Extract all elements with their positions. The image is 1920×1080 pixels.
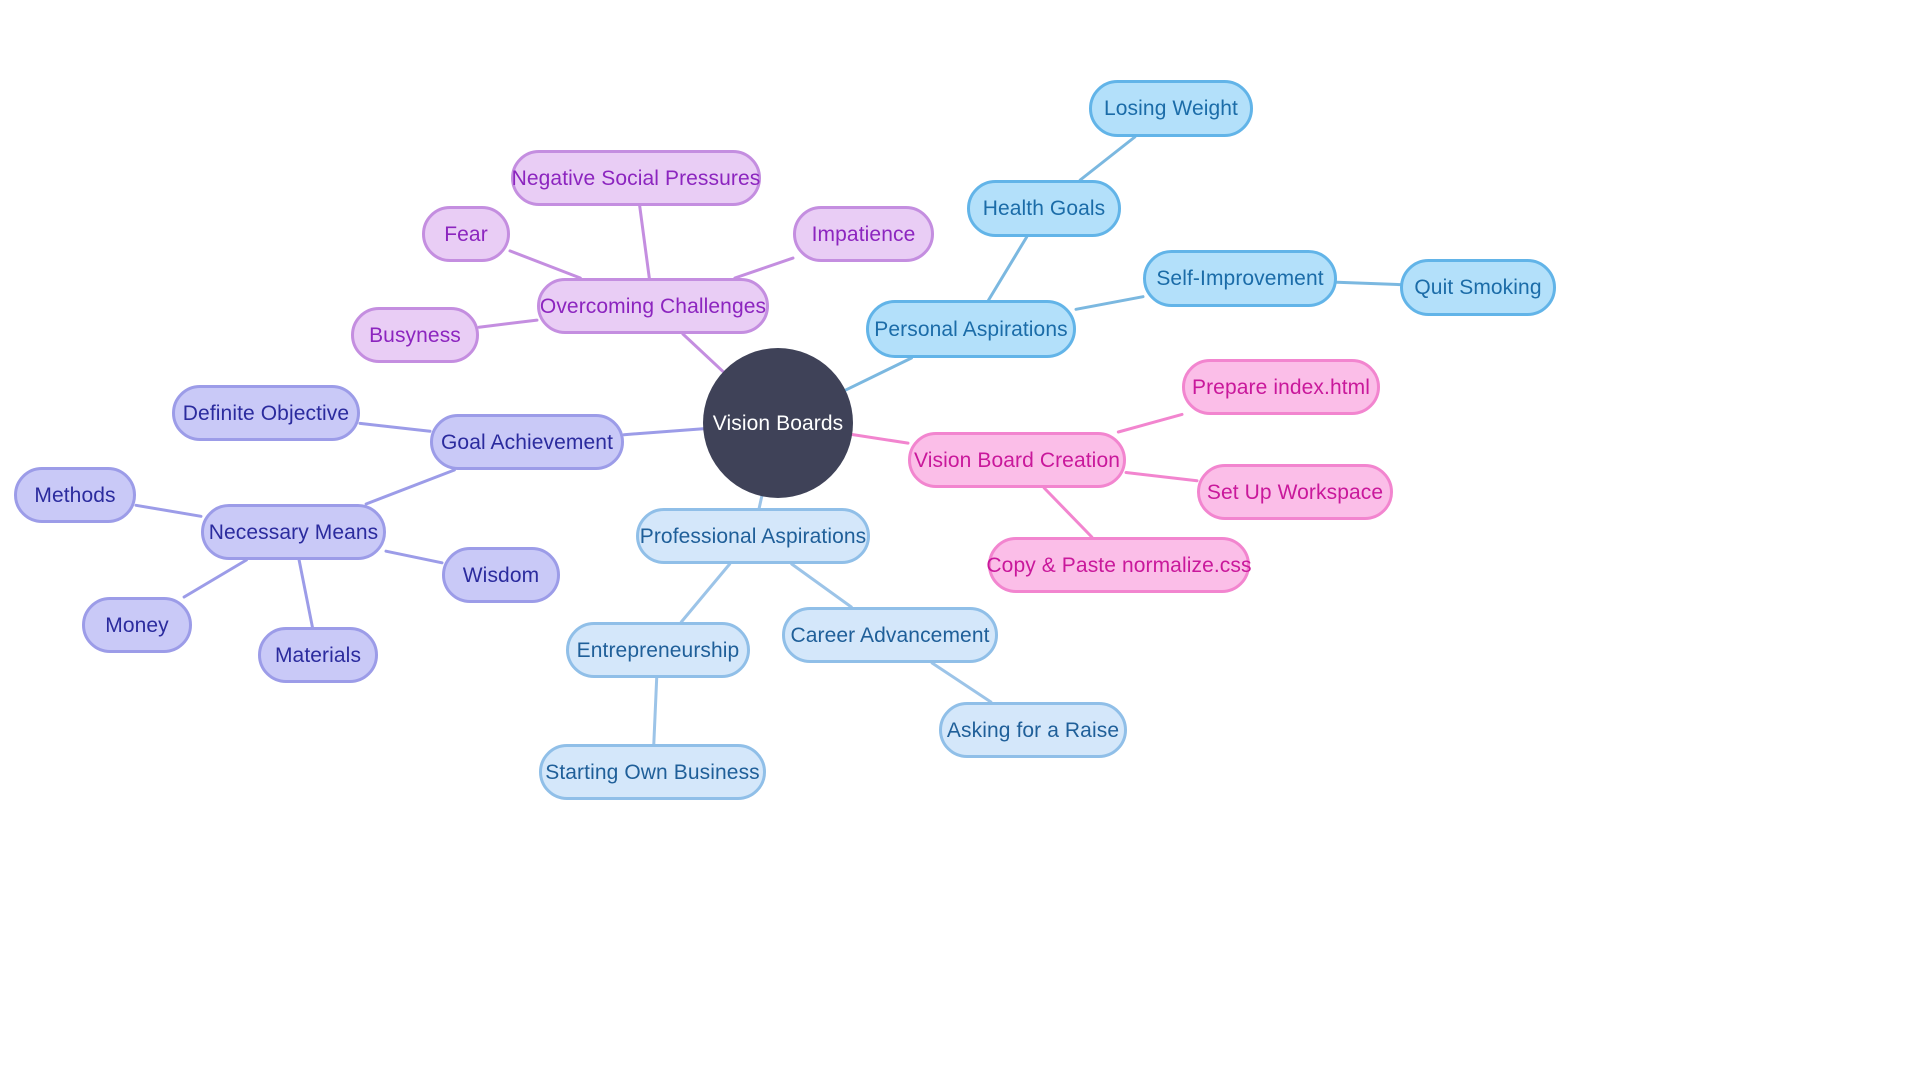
mindmap-node-career_advancement[interactable]: Career Advancement <box>782 607 998 663</box>
mindmap-node-label: Entrepreneurship <box>576 638 740 662</box>
mindmap-node-overcoming_challenges[interactable]: Overcoming Challenges <box>537 278 769 334</box>
mindmap-node-entrepreneurship[interactable]: Entrepreneurship <box>566 622 750 678</box>
mindmap-node-personal_aspirations[interactable]: Personal Aspirations <box>866 300 1076 358</box>
mindmap-node-label: Career Advancement <box>790 623 990 647</box>
mindmap-node-label: Definite Objective <box>182 401 350 425</box>
mindmap-node-label: Impatience <box>811 222 916 246</box>
mindmap-node-copy_paste_normalize_css[interactable]: Copy & Paste normalize.css <box>986 537 1252 593</box>
mindmap-node-negative_social_pressures[interactable]: Negative Social Pressures <box>511 150 761 206</box>
mindmap-node-label: Vision Boards <box>712 411 844 435</box>
mindmap-node-losing_weight[interactable]: Losing Weight <box>1089 80 1253 137</box>
mindmap-node-label: Personal Aspirations <box>874 317 1068 341</box>
mindmap-node-label: Busyness <box>369 323 461 347</box>
mindmap-node-label: Professional Aspirations <box>639 524 867 548</box>
mindmap-node-label: Materials <box>274 643 362 667</box>
mindmap-node-label: Starting Own Business <box>545 760 760 784</box>
mindmap-node-label: Asking for a Raise <box>946 718 1120 742</box>
mindmap-node-methods[interactable]: Methods <box>14 467 136 523</box>
mindmap-node-goal_achievement[interactable]: Goal Achievement <box>430 414 624 470</box>
mindmap-node-wisdom[interactable]: Wisdom <box>442 547 560 603</box>
mindmap-node-prepare_index_html[interactable]: Prepare index.html <box>1182 359 1380 415</box>
mindmap-node-label: Fear <box>444 222 488 246</box>
mindmap-node-asking_for_a_raise[interactable]: Asking for a Raise <box>939 702 1127 758</box>
mindmap-node-label: Self-Improvement <box>1156 267 1324 290</box>
mindmap-node-label: Wisdom <box>462 563 540 587</box>
mindmap-node-label: Health Goals <box>982 197 1106 220</box>
mindmap-node-label: Copy & Paste normalize.css <box>986 553 1252 577</box>
mindmap-node-quit_smoking[interactable]: Quit Smoking <box>1400 259 1556 316</box>
mindmap-node-label: Quit Smoking <box>1414 276 1542 299</box>
mindmap-node-label: Negative Social Pressures <box>511 166 761 190</box>
mindmap-node-label: Necessary Means <box>208 520 379 544</box>
mindmap-node-label: Vision Board Creation <box>914 448 1120 472</box>
mindmap-node-label: Money <box>105 613 169 637</box>
mindmap-node-professional_aspirations[interactable]: Professional Aspirations <box>636 508 870 564</box>
mindmap-node-label: Losing Weight <box>1104 97 1238 120</box>
mindmap-node-necessary_means[interactable]: Necessary Means <box>201 504 386 560</box>
mindmap-node-set_up_workspace[interactable]: Set Up Workspace <box>1197 464 1393 520</box>
mindmap-node-starting_own_business[interactable]: Starting Own Business <box>539 744 766 800</box>
mindmap-node-vision_board_creation[interactable]: Vision Board Creation <box>908 432 1126 488</box>
mindmap-node-label: Goal Achievement <box>440 430 614 454</box>
mindmap-node-root[interactable]: Vision Boards <box>703 348 853 498</box>
mindmap-node-layer: Vision Boards Personal Aspirations Health … <box>0 0 1920 1080</box>
mindmap-node-health_goals[interactable]: Health Goals <box>967 180 1121 237</box>
mindmap-node-self_improvement[interactable]: Self-Improvement <box>1143 250 1337 307</box>
mindmap-node-fear[interactable]: Fear <box>422 206 510 262</box>
mindmap-node-label: Methods <box>34 483 116 507</box>
mindmap-node-label: Prepare index.html <box>1191 375 1371 399</box>
mindmap-node-label: Overcoming Challenges <box>539 294 767 318</box>
mindmap-node-materials[interactable]: Materials <box>258 627 378 683</box>
mindmap-node-impatience[interactable]: Impatience <box>793 206 934 262</box>
mindmap-canvas: Vision Boards Personal Aspirations Health … <box>0 0 1920 1080</box>
mindmap-node-label: Set Up Workspace <box>1206 480 1384 504</box>
mindmap-node-money[interactable]: Money <box>82 597 192 653</box>
mindmap-node-busyness[interactable]: Busyness <box>351 307 479 363</box>
mindmap-node-definite_objective[interactable]: Definite Objective <box>172 385 360 441</box>
